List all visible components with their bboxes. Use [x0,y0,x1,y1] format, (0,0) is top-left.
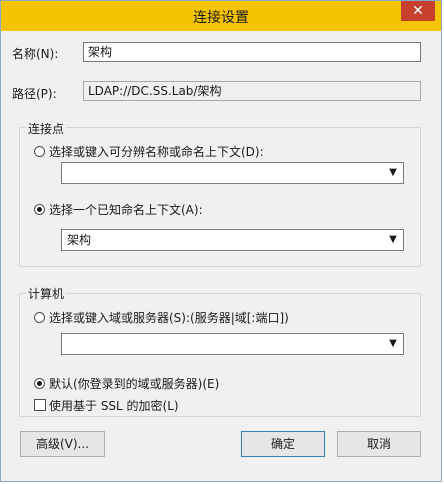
chevron-down-icon[interactable]: ▼ [387,334,399,354]
advanced-button[interactable]: 高级(V)... [20,431,105,457]
name-label: 名称(N): [12,47,59,61]
chevron-down-icon[interactable]: ▼ [387,230,399,250]
title-bar: 连接设置 ✕ [1,1,441,31]
name-input[interactable]: 架构 [83,42,421,62]
known-context-combobox[interactable]: 架构 ▼ [61,229,404,251]
radio-known-context-label: 选择一个已知命名上下文(A): [49,203,203,217]
close-button[interactable]: ✕ [401,1,435,21]
ssl-checkbox-label: 使用基于 SSL 的加密(L) [49,399,179,413]
ok-button[interactable]: 确定 [241,431,325,457]
radio-default-server[interactable] [34,378,45,389]
radio-custom-context-label: 选择或键入可分辨名称或命名上下文(D): [49,145,264,159]
path-label: 路径(P): [12,87,57,101]
custom-server-combobox[interactable]: ▼ [61,333,404,355]
custom-context-combobox[interactable]: ▼ [61,162,404,184]
known-context-value: 架构 [67,233,92,247]
radio-custom-context[interactable] [34,146,45,157]
connection-point-title: 连接点 [26,120,67,137]
path-field: LDAP://DC.SS.Lab/架构 [83,81,421,101]
radio-custom-server[interactable] [34,312,45,323]
computer-title: 计算机 [26,285,67,302]
dialog-title: 连接设置 [193,10,249,26]
close-icon: ✕ [412,3,424,19]
cancel-button[interactable]: 取消 [337,431,421,457]
connection-settings-dialog: 连接设置 ✕ 名称(N): 架构 路径(P): LDAP://DC.SS.Lab… [0,0,442,482]
radio-known-context[interactable] [34,204,45,215]
chevron-down-icon[interactable]: ▼ [387,163,399,183]
radio-default-server-label: 默认(你登录到的域或服务器)(E) [49,377,220,391]
radio-custom-server-label: 选择或键入域或服务器(S):(服务器|域[:端口]) [49,311,289,325]
ssl-checkbox[interactable] [34,399,46,411]
